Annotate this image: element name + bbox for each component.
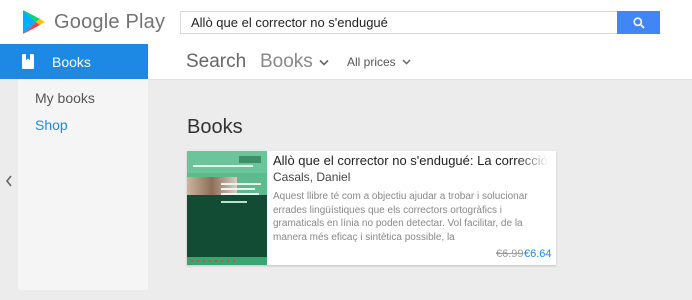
chevron-down-icon [402,59,411,65]
book-cover[interactable] [187,151,267,265]
sidebar: Books My books Shop [0,44,148,300]
sidebar-item-shop[interactable]: Shop [35,117,68,133]
book-icon [22,54,34,69]
logo-text: Google Play [54,10,166,33]
search-bar [180,11,660,34]
search-input[interactable] [181,12,617,33]
sidebar-item-books[interactable]: Books [0,44,148,79]
price-filter-dropdown[interactable]: All prices [347,55,411,69]
chevron-down-icon [319,59,329,66]
google-play-logo[interactable]: Google Play [22,8,165,36]
book-author[interactable]: Casals, Daniel [273,170,350,184]
sidebar-footer [18,290,148,300]
title-fade [517,151,556,173]
sidebar-item-my-books[interactable]: My books [35,90,95,106]
sidebar-collapse-strip [0,79,18,300]
buy-price-button[interactable]: €6.64 [524,248,552,260]
top-navigation: Search Books All prices [148,44,692,80]
search-icon [632,16,645,29]
category-dropdown[interactable]: Books [260,51,329,73]
chevron-left-icon[interactable] [4,174,14,188]
section-title: Books [187,116,243,138]
category-label: Books [260,51,313,72]
book-title[interactable]: Allò que el corrector no s'endugué: La c… [273,153,549,168]
app-header: Google Play [0,0,692,44]
search-button[interactable] [617,11,660,34]
sidebar-item-label: Books [52,53,91,70]
nav-search-link[interactable]: Search [186,51,246,73]
price-filter-label: All prices [347,55,396,69]
book-card[interactable]: Allò que el corrector no s'endugué: La c… [187,151,556,265]
play-logo-icon [23,10,45,34]
book-description: Aquest llibre té com a objectiu ajudar a… [273,191,528,243]
original-price: €6.99 [496,248,524,260]
